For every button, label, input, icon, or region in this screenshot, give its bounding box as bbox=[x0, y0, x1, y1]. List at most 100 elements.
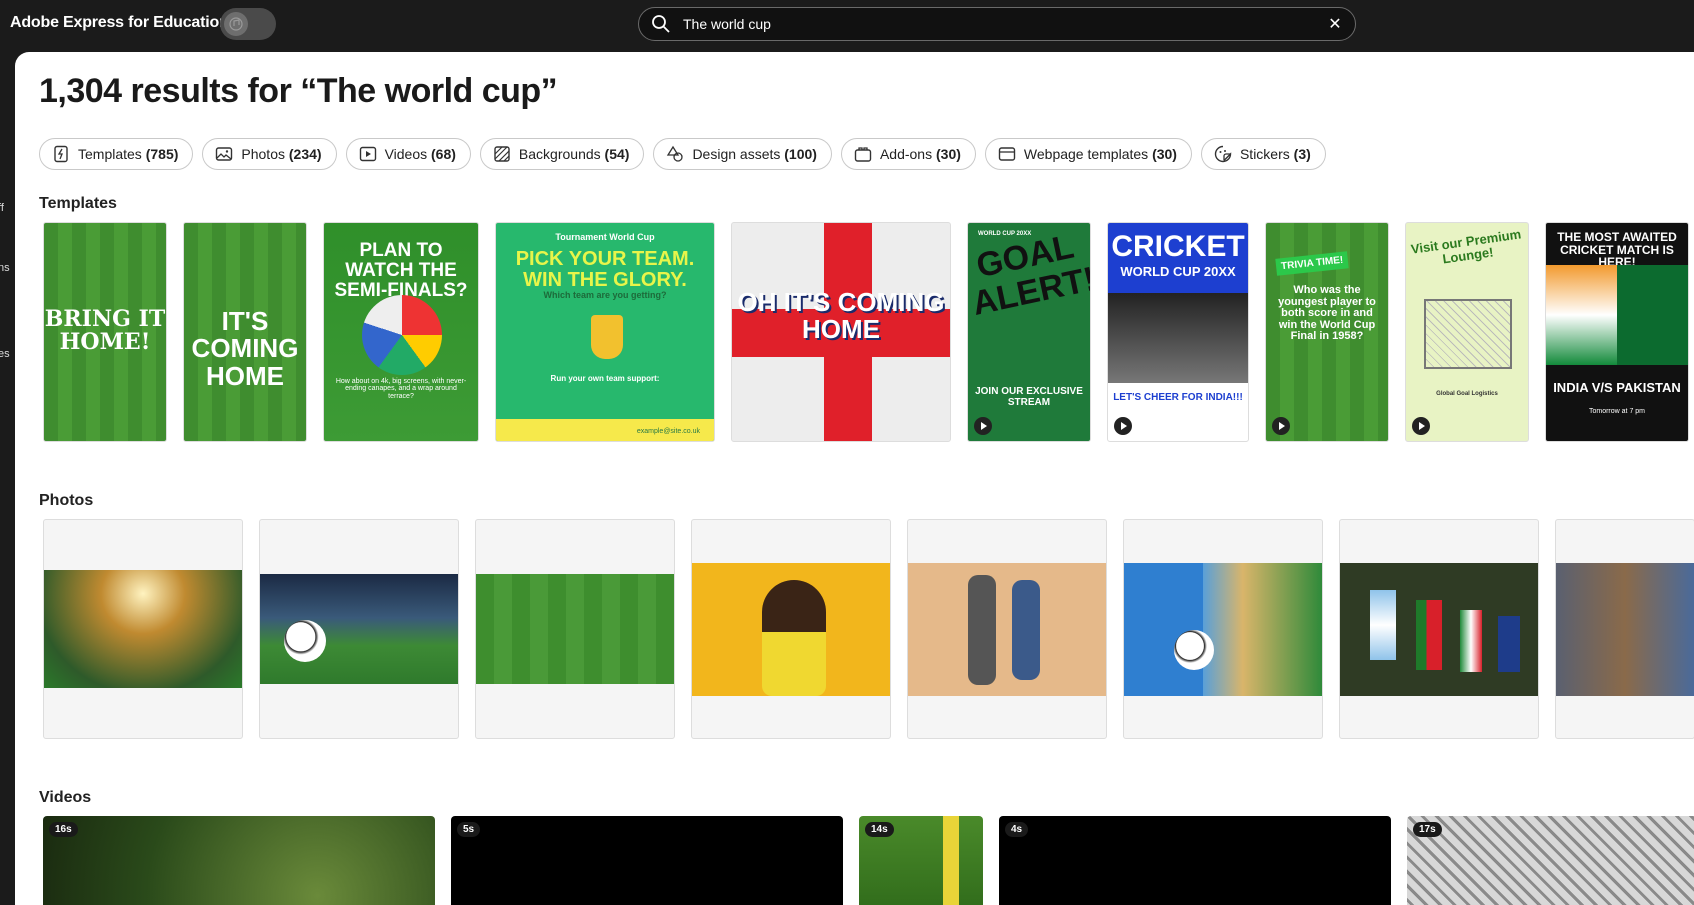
results-title: 1,304 results for “The world cup” bbox=[39, 72, 558, 110]
photo-card[interactable] bbox=[691, 519, 891, 739]
animated-icon bbox=[974, 417, 992, 435]
left-rail: ff ns es bbox=[0, 52, 15, 905]
chip-label: Webpage templates bbox=[1023, 146, 1149, 162]
chip-count: (68) bbox=[431, 146, 456, 162]
photo-card[interactable] bbox=[1339, 519, 1539, 739]
template-card[interactable]: OH IT'S COMING HOME bbox=[731, 222, 951, 442]
video-duration: 16s bbox=[49, 822, 78, 837]
video-duration: 4s bbox=[1005, 822, 1029, 837]
video-duration: 14s bbox=[865, 822, 894, 837]
template-card[interactable]: TRIVIA TIME! Who was the youngest player… bbox=[1265, 222, 1389, 442]
chip-webpage-templates[interactable]: Webpage templates (30) bbox=[984, 138, 1192, 170]
photo-card[interactable] bbox=[1123, 519, 1323, 739]
chip-count: (100) bbox=[784, 146, 817, 162]
template-subtext: JOIN OUR EXCLUSIVE STREAM bbox=[975, 386, 1083, 408]
chip-count: (785) bbox=[145, 146, 179, 162]
template-card[interactable]: CRICKET WORLD CUP 20XX LET'S CHEER FOR I… bbox=[1107, 222, 1249, 442]
template-subtext: INDIA V/S PAKISTAN bbox=[1553, 380, 1681, 395]
background-icon bbox=[494, 146, 510, 162]
photo-card[interactable] bbox=[907, 519, 1107, 739]
template-subtext: WORLD CUP 20XX bbox=[1120, 264, 1236, 279]
templates-heading[interactable]: Templates bbox=[39, 195, 117, 213]
video-card[interactable]: 4s bbox=[999, 816, 1391, 905]
template-text: Who was the youngest player to both scor… bbox=[1278, 284, 1376, 343]
template-top: TRIVIA TIME! bbox=[1275, 251, 1350, 276]
ball-icon bbox=[362, 295, 442, 375]
template-text: PICK YOUR TEAM. WIN THE GLORY. bbox=[515, 248, 695, 291]
chip-label: Templates bbox=[78, 146, 142, 162]
animated-icon bbox=[1114, 417, 1132, 435]
template-card[interactable]: THE MOST AWAITED CRICKET MATCH IS HERE! … bbox=[1545, 222, 1689, 442]
search-bar: ✕ bbox=[638, 7, 1356, 41]
video-card[interactable]: 14s bbox=[859, 816, 983, 905]
videos-heading[interactable]: Videos bbox=[39, 789, 91, 807]
rail-label[interactable]: es bbox=[0, 348, 10, 360]
photos-row bbox=[43, 519, 1694, 739]
chip-label: Add-ons bbox=[879, 146, 933, 162]
chip-count: (30) bbox=[1152, 146, 1177, 162]
template-text: OH IT'S COMING HOME bbox=[737, 287, 945, 345]
template-card[interactable]: WORLD CUP 20XX GOAL ALERT! JOIN OUR EXCL… bbox=[967, 222, 1091, 442]
videos-row: 16s 5s 14s 4s 17s bbox=[43, 816, 1694, 905]
template-email: example@site.co.uk bbox=[636, 428, 700, 435]
chip-label: Photos bbox=[241, 146, 285, 162]
app-title[interactable]: Adobe Express for Education bbox=[10, 14, 229, 32]
chip-design-assets[interactable]: Design assets (100) bbox=[653, 138, 832, 170]
template-foot: LET'S CHEER FOR INDIA!!! bbox=[1113, 392, 1243, 403]
template-text: BRING IT HOME! bbox=[44, 306, 166, 356]
clear-search-icon[interactable]: ✕ bbox=[1325, 14, 1345, 34]
video-card[interactable]: 17s bbox=[1407, 816, 1694, 905]
photo-icon bbox=[216, 147, 233, 161]
music-note-icon bbox=[229, 17, 243, 31]
rail-label[interactable]: ns bbox=[0, 262, 10, 274]
top-bar: Adobe Express for Education ✕ bbox=[0, 0, 1694, 52]
template-text: THE MOST AWAITED CRICKET MATCH IS HERE! bbox=[1557, 230, 1677, 270]
chip-stickers[interactable]: Stickers (3) bbox=[1200, 138, 1326, 170]
template-subtext: Global Goal Logistics bbox=[1436, 391, 1498, 397]
webpage-icon bbox=[998, 147, 1016, 161]
main-content: 1,304 results for “The world cup” Templa… bbox=[15, 52, 1694, 905]
goal-net-icon bbox=[1424, 299, 1512, 369]
template-foot: Tomorrow at 7 pm bbox=[1588, 408, 1646, 415]
photo-card[interactable] bbox=[259, 519, 459, 739]
video-card[interactable]: 5s bbox=[451, 816, 843, 905]
sticker-icon bbox=[1214, 145, 1232, 163]
chip-label: Stickers bbox=[1239, 146, 1290, 162]
animated-icon bbox=[1412, 417, 1430, 435]
template-card[interactable]: PLAN TO WATCH THE SEMI-FINALS? How about… bbox=[323, 222, 479, 442]
rail-label[interactable]: ff bbox=[0, 202, 4, 214]
chip-photos[interactable]: Photos (234) bbox=[202, 138, 337, 170]
chip-count: (30) bbox=[936, 146, 961, 162]
template-text: IT'S COMING HOME bbox=[191, 306, 299, 391]
photos-heading[interactable]: Photos bbox=[39, 492, 93, 510]
chip-templates[interactable]: Templates (785) bbox=[39, 138, 194, 170]
template-card[interactable]: Visit our Premium Lounge! Global Goal Lo… bbox=[1405, 222, 1529, 442]
trophy-icon bbox=[591, 315, 623, 359]
toggle-knob bbox=[224, 12, 248, 36]
theme-toggle[interactable] bbox=[220, 8, 276, 40]
template-card[interactable]: BRING IT HOME! bbox=[43, 222, 167, 442]
soccer-ball-icon bbox=[1174, 630, 1214, 670]
chip-label: Videos bbox=[384, 146, 428, 162]
search-icon bbox=[652, 15, 670, 33]
template-icon bbox=[54, 145, 68, 163]
template-text: Visit our Premium Lounge! bbox=[1409, 226, 1523, 267]
video-card[interactable]: 16s bbox=[43, 816, 435, 905]
template-text: CRICKET bbox=[1111, 230, 1245, 263]
chip-videos[interactable]: Videos (68) bbox=[345, 138, 471, 170]
template-text: PLAN TO WATCH THE SEMI-FINALS? bbox=[334, 240, 468, 301]
photo-card[interactable] bbox=[475, 519, 675, 739]
search-input[interactable] bbox=[683, 13, 1293, 35]
photo-card[interactable] bbox=[1555, 519, 1694, 739]
template-card[interactable]: Tournament World Cup PICK YOUR TEAM. WIN… bbox=[495, 222, 715, 442]
video-duration: 17s bbox=[1413, 822, 1442, 837]
video-icon bbox=[359, 146, 376, 162]
play-icon bbox=[1272, 417, 1290, 435]
chip-backgrounds[interactable]: Backgrounds (54) bbox=[479, 138, 645, 170]
chip-count: (234) bbox=[288, 146, 322, 162]
photo-card[interactable] bbox=[43, 519, 243, 739]
template-card[interactable]: IT'S COMING HOME bbox=[183, 222, 307, 442]
template-subtext: Which team are you getting? bbox=[543, 290, 667, 300]
video-duration: 5s bbox=[457, 822, 481, 837]
chip-addons[interactable]: Add-ons (30) bbox=[840, 138, 976, 170]
